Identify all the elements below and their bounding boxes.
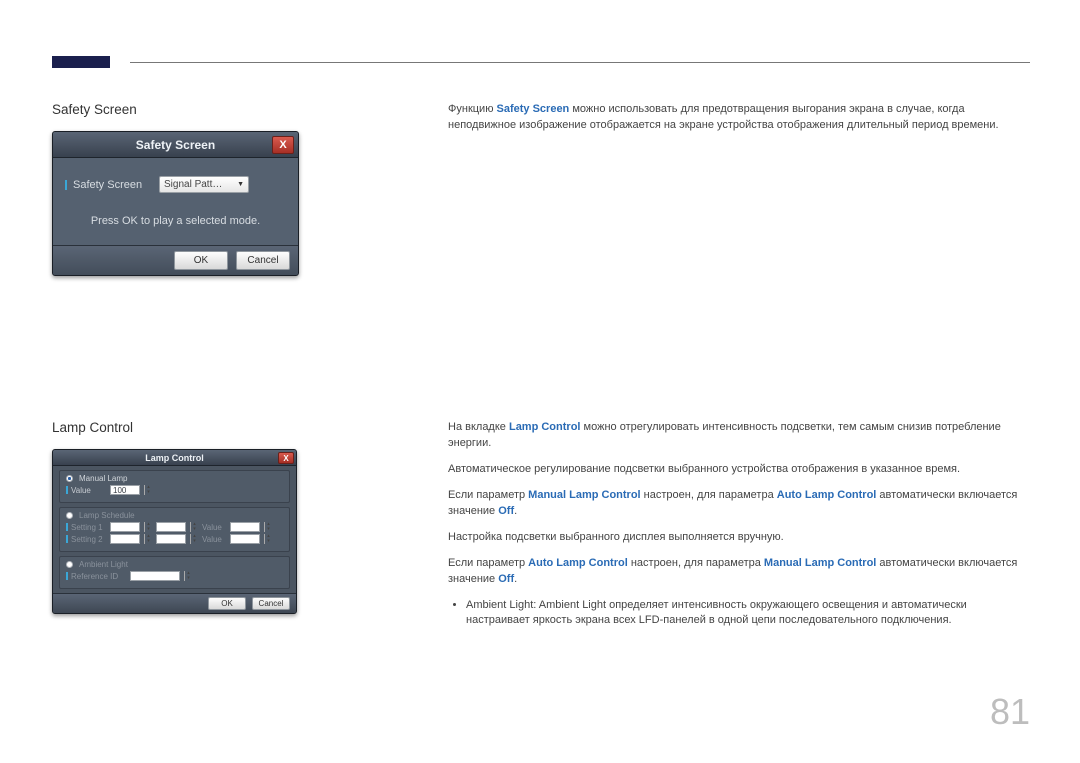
lamp-control-dialog-title-text: Lamp Control (145, 453, 204, 463)
reference-id-label: Reference ID (71, 572, 118, 581)
safety-screen-dialog-title: Safety Screen X (53, 132, 298, 158)
stepper-arrows-icon[interactable]: ▴▾ (144, 534, 152, 544)
text-paragraph: Автоматическое регулирование подсветки в… (448, 462, 1030, 478)
manual-lamp-value: 100 (113, 486, 135, 495)
text-fragment: . (514, 573, 517, 585)
setting2-hour-stepper[interactable] (110, 534, 140, 544)
reference-id-dropdown[interactable] (130, 571, 180, 581)
radio-lamp-schedule[interactable] (66, 512, 73, 519)
setting1-hour-stepper[interactable] (110, 522, 140, 532)
ambient-light-label: Ambient Light (79, 560, 128, 569)
stepper-arrows-icon[interactable]: ▴▾ (264, 522, 272, 532)
safety-screen-dialog: Safety Screen X Safety Screen Signal Pat… (52, 131, 299, 276)
stepper-arrows-icon[interactable]: ▴▾ (184, 571, 192, 581)
text-fragment: Функцию (448, 103, 497, 115)
highlight-auto-lamp-control: Auto Lamp Control (777, 489, 877, 501)
text-fragment: . (514, 505, 517, 517)
lamp-schedule-label: Lamp Schedule (79, 511, 135, 520)
close-icon[interactable]: X (272, 136, 294, 154)
safety-screen-field-label: Safety Screen (73, 179, 153, 191)
safety-screen-dialog-title-text: Safety Screen (136, 138, 215, 152)
setting1-label: Setting 1 (71, 523, 103, 532)
manual-lamp-group: Manual Lamp Value 100 ▴▾ (59, 470, 290, 503)
bullet-ambient-light: Ambient Light: Ambient Light определяет … (466, 598, 1030, 630)
header-rule (130, 62, 1030, 63)
text-fragment: настроен, для параметра (628, 557, 764, 569)
setting1-value-stepper[interactable] (230, 522, 260, 532)
schedule-value-label: Value (202, 523, 226, 532)
section-lamp-control-text: На вкладке Lamp Control можно отрегулиро… (448, 420, 1030, 633)
text-fragment: Если параметр (448, 489, 528, 501)
field-marker-icon (65, 180, 67, 190)
setting2-label: Setting 2 (71, 535, 103, 544)
section-lamp-control-left: Lamp Control Lamp Control X Manual Lamp … (52, 420, 312, 614)
manual-lamp-value-stepper[interactable]: 100 (110, 485, 140, 495)
field-marker-icon (66, 486, 68, 494)
page-number: 81 (990, 691, 1030, 733)
cancel-button[interactable]: Cancel (252, 597, 290, 610)
field-marker-icon (66, 572, 68, 580)
section-safety-screen-text: Функцию Safety Screen можно использовать… (448, 102, 1030, 144)
highlight-auto-lamp-control: Auto Lamp Control (528, 557, 628, 569)
text-fragment: настроен, для параметра (641, 489, 777, 501)
text-fragment: На вкладке (448, 421, 509, 433)
highlight-ambient-light: Ambient Light (539, 599, 606, 611)
lamp-schedule-group: Lamp Schedule Setting 1 ▴▾ ▴▾ Value ▴▾ S… (59, 507, 290, 552)
setting2-value-stepper[interactable] (230, 534, 260, 544)
stepper-arrows-icon[interactable]: ▴▾ (144, 485, 152, 495)
highlight-off: Off (498, 573, 514, 585)
stepper-arrows-icon[interactable]: ▴▾ (144, 522, 152, 532)
safety-screen-dropdown-value: Signal Patt… (164, 179, 222, 190)
close-icon[interactable]: X (278, 452, 294, 464)
stepper-arrows-icon[interactable]: ▴▾ (264, 534, 272, 544)
radio-manual-lamp[interactable] (66, 475, 73, 482)
ambient-light-group: Ambient Light Reference ID ▴▾ (59, 556, 290, 589)
ok-button[interactable]: OK (208, 597, 246, 610)
value-label: Value (71, 486, 91, 495)
highlight-safety-screen: Safety Screen (497, 103, 570, 115)
safety-screen-message: Press OK to play a selected mode. (65, 215, 286, 227)
schedule-value-label: Value (202, 535, 226, 544)
safety-screen-dropdown[interactable]: Signal Patt… ▼ (159, 176, 249, 193)
stepper-arrows-icon[interactable]: ▴▾ (190, 522, 198, 532)
field-marker-icon (66, 523, 68, 531)
header-marker (52, 56, 110, 68)
field-marker-icon (66, 535, 68, 543)
text-fragment: Если параметр (448, 557, 528, 569)
highlight-ambient-light: Ambient Light (466, 599, 533, 611)
highlight-lamp-control: Lamp Control (509, 421, 581, 433)
manual-lamp-label: Manual Lamp (79, 474, 127, 483)
text-paragraph: Настройка подсветки выбранного дисплея в… (448, 530, 1030, 546)
cancel-button[interactable]: Cancel (236, 251, 290, 270)
stepper-arrows-icon[interactable]: ▴▾ (190, 534, 198, 544)
section-safety-screen-left: Safety Screen Safety Screen X Safety Scr… (52, 102, 312, 276)
chevron-down-icon: ▼ (237, 181, 244, 188)
setting1-min-stepper[interactable] (156, 522, 186, 532)
lamp-control-dialog: Lamp Control X Manual Lamp Value 100 ▴▾ … (52, 449, 297, 614)
highlight-manual-lamp-control: Manual Lamp Control (764, 557, 876, 569)
radio-ambient-light[interactable] (66, 561, 73, 568)
safety-screen-heading: Safety Screen (52, 102, 312, 117)
highlight-manual-lamp-control: Manual Lamp Control (528, 489, 640, 501)
lamp-control-dialog-title: Lamp Control X (53, 450, 296, 466)
highlight-off: Off (498, 505, 514, 517)
setting2-min-stepper[interactable] (156, 534, 186, 544)
lamp-control-heading: Lamp Control (52, 420, 312, 435)
ok-button[interactable]: OK (174, 251, 228, 270)
